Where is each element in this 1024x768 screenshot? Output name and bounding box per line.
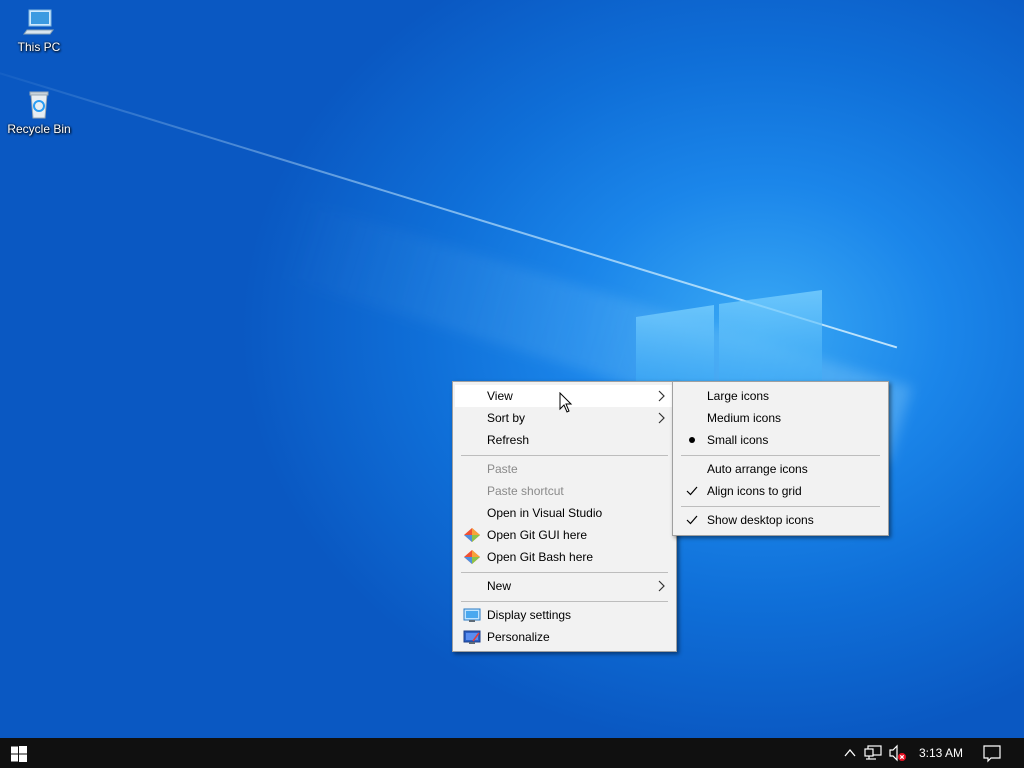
menu-item-label: Show desktop icons xyxy=(707,513,814,527)
menu-separator xyxy=(461,455,668,456)
submenu-item-large-icons[interactable]: Large icons xyxy=(675,385,886,407)
radio-bullet-icon xyxy=(689,437,695,443)
menu-item-label: Paste xyxy=(487,462,518,476)
menu-separator xyxy=(461,572,668,573)
desktop-icon-recycle-bin[interactable]: Recycle Bin xyxy=(0,88,78,136)
menu-item-label: Align icons to grid xyxy=(707,484,802,498)
network-icon[interactable] xyxy=(864,738,884,768)
menu-item-personalize[interactable]: Personalize xyxy=(455,626,674,648)
desktop-icon-this-pc[interactable]: This PC xyxy=(0,6,78,54)
menu-item-label: Medium icons xyxy=(707,411,782,425)
taskbar-clock[interactable]: 3:13 AM xyxy=(912,738,970,768)
menu-item-label: View xyxy=(487,389,513,403)
desktop-context-menu: View Sort by Refresh Paste Paste shortcu… xyxy=(452,381,677,652)
submenu-item-auto-arrange-icons[interactable]: Auto arrange icons xyxy=(675,458,886,480)
menu-item-label: Display settings xyxy=(487,608,572,622)
menu-item-label: Paste shortcut xyxy=(487,484,564,498)
volume-muted-icon[interactable] xyxy=(888,738,908,768)
desktop-icon-label: This PC xyxy=(17,40,61,54)
start-button[interactable] xyxy=(0,738,38,768)
menu-item-label: Personalize xyxy=(487,630,550,644)
submenu-item-small-icons[interactable]: Small icons xyxy=(675,429,886,451)
menu-item-label: Large icons xyxy=(707,389,770,403)
windows-start-icon xyxy=(11,746,27,762)
menu-item-new[interactable]: New xyxy=(455,575,674,597)
menu-item-label: Sort by xyxy=(487,411,526,425)
menu-item-refresh[interactable]: Refresh xyxy=(455,429,674,451)
windows-logo-wallpaper xyxy=(636,290,822,385)
menu-item-paste[interactable]: Paste xyxy=(455,458,674,480)
desktop-icon-label: Recycle Bin xyxy=(7,122,71,136)
menu-item-label: Open Git GUI here xyxy=(487,528,588,542)
menu-item-open-git-bash[interactable]: Open Git Bash here xyxy=(455,546,674,568)
submenu-item-show-desktop-icons[interactable]: Show desktop icons xyxy=(675,509,886,531)
menu-item-display-settings[interactable]: Display settings xyxy=(455,604,674,626)
desktop[interactable]: This PC Recycle Bin View Sort by Refresh… xyxy=(0,0,1024,738)
view-submenu: Large icons Medium icons Small icons Aut… xyxy=(672,381,889,536)
menu-separator xyxy=(681,455,880,456)
git-gui-icon xyxy=(464,528,480,542)
submenu-item-medium-icons[interactable]: Medium icons xyxy=(675,407,886,429)
menu-item-open-git-gui[interactable]: Open Git GUI here xyxy=(455,524,674,546)
submenu-item-align-icons-to-grid[interactable]: Align icons to grid xyxy=(675,480,886,502)
menu-separator xyxy=(681,506,880,507)
recycle-bin-icon xyxy=(29,91,49,119)
menu-item-label: New xyxy=(487,579,512,593)
mouse-cursor-icon xyxy=(559,392,573,413)
menu-item-open-in-visual-studio[interactable]: Open in Visual Studio xyxy=(455,502,674,524)
personalize-icon xyxy=(463,630,481,644)
menu-item-paste-shortcut[interactable]: Paste shortcut xyxy=(455,480,674,502)
git-bash-icon xyxy=(464,550,480,564)
menu-item-label: Open in Visual Studio xyxy=(487,506,603,520)
menu-item-label: Auto arrange icons xyxy=(707,462,808,476)
chevron-up-icon[interactable] xyxy=(842,738,858,768)
menu-item-label: Open Git Bash here xyxy=(487,550,594,564)
menu-item-label: Refresh xyxy=(487,433,530,447)
menu-separator xyxy=(461,601,668,602)
notification-icon[interactable] xyxy=(982,738,1002,768)
chevron-right-icon xyxy=(658,390,665,402)
checkmark-icon xyxy=(686,515,698,525)
taskbar: 3:13 AM xyxy=(0,738,1024,768)
menu-item-label: Small icons xyxy=(707,433,769,447)
checkmark-icon xyxy=(686,486,698,496)
chevron-right-icon xyxy=(658,412,665,424)
this-pc-icon xyxy=(23,9,54,35)
chevron-right-icon xyxy=(658,580,665,592)
display-settings-icon xyxy=(463,608,481,622)
